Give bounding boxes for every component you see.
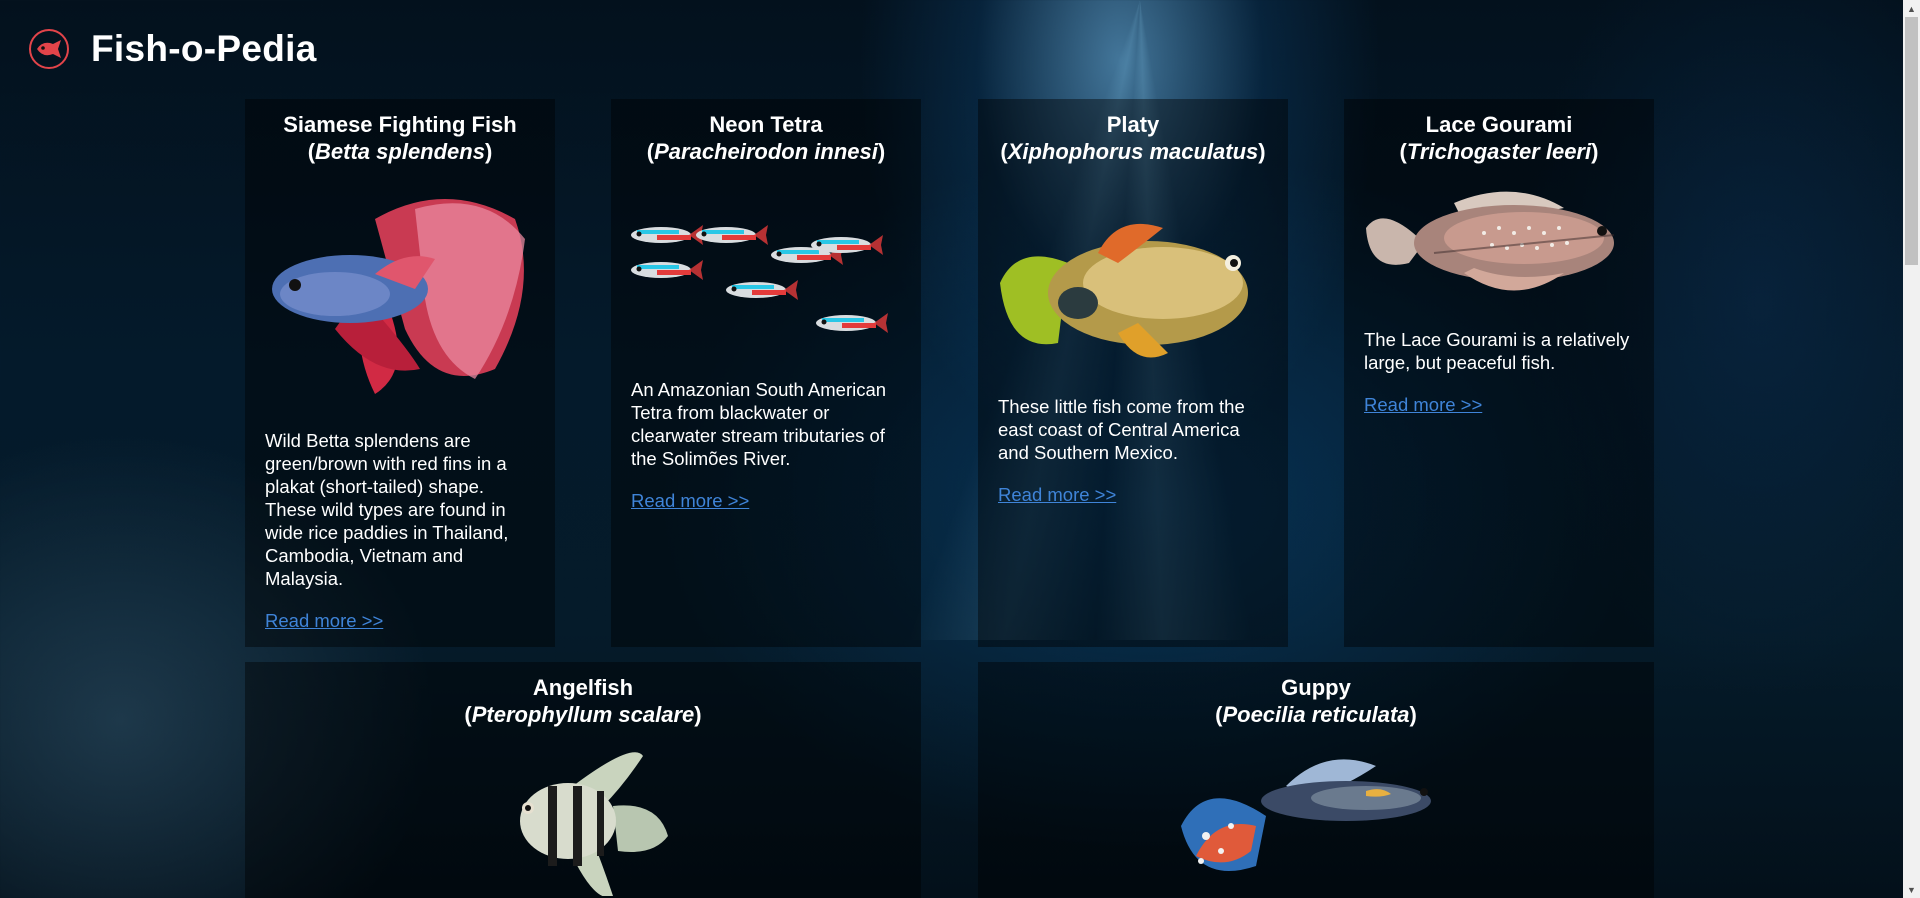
fish-common-name: Angelfish: [532, 675, 634, 700]
read-more-link[interactable]: Read more >>: [998, 484, 1116, 506]
fish-common-name: Platy: [1106, 112, 1160, 137]
lace-gourami-image: [1366, 191, 1615, 291]
fish-common-name: Siamese Fighting Fish: [283, 112, 517, 137]
fish-scientific-name: Xiphophorus maculatus: [1007, 139, 1259, 164]
fish-description: The Lace Gourami is a relatively large, …: [1364, 329, 1630, 373]
platy-fish-image: [1000, 223, 1248, 358]
betta-fish-image: [272, 199, 525, 394]
read-more-link[interactable]: Read more >>: [265, 610, 383, 632]
fish-card-title: Guppy (Poecilia reticulata): [1215, 675, 1417, 727]
fish-scientific-name: Betta splendens: [315, 139, 485, 164]
fish-card-title: Angelfish (Pterophyllum scalare): [464, 675, 702, 727]
fish-scientific-name: Trichogaster leeri: [1406, 139, 1592, 164]
fish-common-name: Guppy: [1281, 675, 1351, 700]
fish-scientific-name: Paracheirodon innesi: [654, 139, 878, 164]
fish-description: An Amazonian South American Tetra from b…: [631, 379, 887, 469]
read-more-link[interactable]: Read more >>: [631, 490, 749, 512]
fish-card-guppy: Guppy (Poecilia reticulata): [978, 662, 1654, 898]
fish-common-name: Neon Tetra: [709, 112, 823, 137]
neon-tetra-image: [631, 225, 888, 333]
fish-card-title: Siamese Fighting Fish (Betta splendens): [283, 112, 517, 164]
fish-scientific-name: Pterophyllum scalare: [471, 702, 695, 727]
fish-card-title: Neon Tetra (Paracheirodon innesi): [646, 112, 886, 164]
fish-card-platy: Platy (Xiphophorus maculatus) These littl…: [978, 99, 1288, 647]
guppy-fish-image: [1181, 759, 1431, 871]
site-title: Fish-o-Pedia: [91, 28, 317, 69]
fish-description: Wild Betta splendens are green/brown wit…: [265, 430, 509, 589]
fish-scientific-name: Poecilia reticulata: [1222, 702, 1410, 727]
fish-card-title: Platy (Xiphophorus maculatus): [1000, 112, 1266, 164]
fish-card-neon-tetra: Neon Tetra (Paracheirodon innesi) An Amaz…: [611, 99, 921, 647]
scroll-up-arrow-icon[interactable]: ▲: [1903, 0, 1920, 17]
fish-card-betta: Siamese Fighting Fish (Betta splendens) W…: [245, 99, 555, 647]
site-header: Fish-o-Pedia: [29, 25, 317, 73]
fish-card-title: Lace Gourami (Trichogaster leeri): [1399, 112, 1599, 164]
angelfish-image: [520, 752, 668, 896]
fish-icon[interactable]: [29, 29, 69, 69]
fish-common-name: Lace Gourami: [1425, 112, 1573, 137]
read-more-link[interactable]: Read more >>: [1364, 394, 1482, 416]
fish-card-angelfish: Angelfish (Pterophyllum scalare): [245, 662, 921, 898]
fish-card-lace-gourami: Lace Gourami (Trichogaster leeri) The Lac…: [1344, 99, 1654, 647]
vertical-scrollbar[interactable]: ▲ ▼: [1903, 0, 1920, 898]
fish-description: These little fish come from the east coa…: [998, 396, 1245, 463]
scroll-down-arrow-icon[interactable]: ▼: [1903, 881, 1920, 898]
scrollbar-thumb[interactable]: [1905, 17, 1918, 265]
